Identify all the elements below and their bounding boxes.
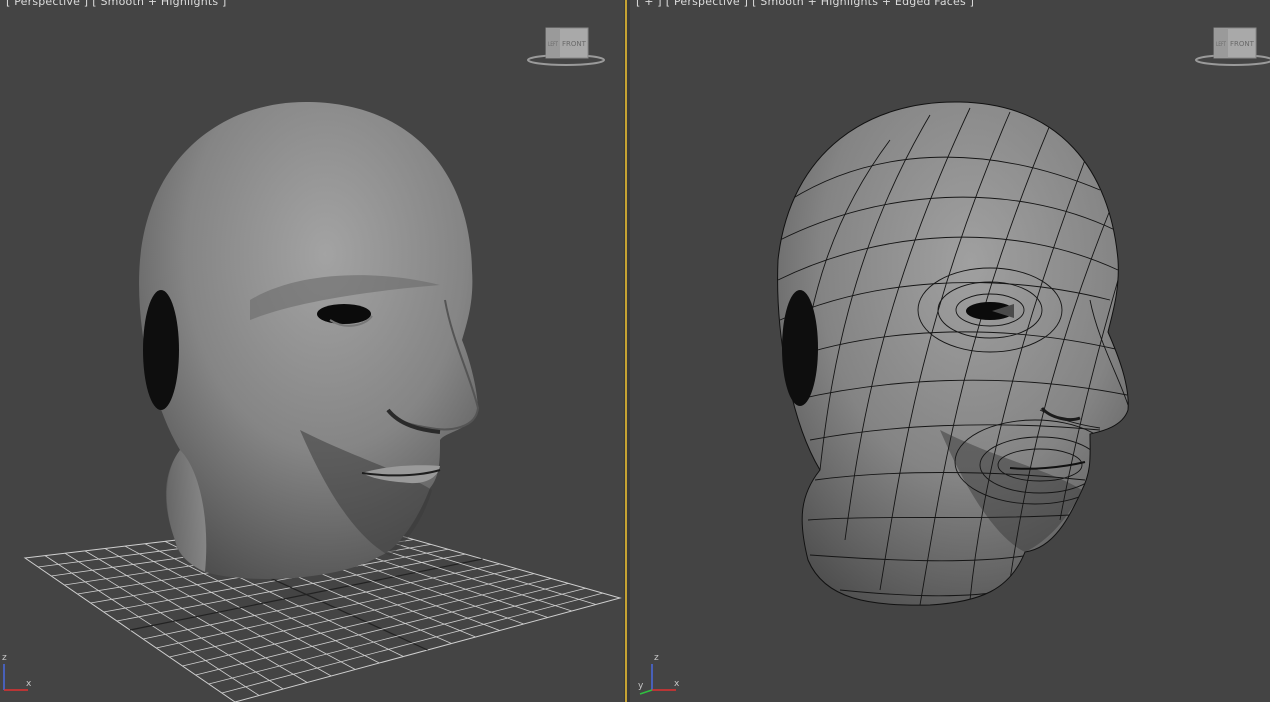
viewcube-side-label: LEFT bbox=[548, 41, 558, 48]
axis-z-label: z bbox=[2, 653, 7, 663]
axis-x-label: x bbox=[26, 679, 32, 689]
left-viewport[interactable]: [ Perspective ][ Smooth + Highlights ] F… bbox=[0, 0, 624, 702]
right-scene-render[interactable]: FRONT LEFT z y x bbox=[630, 0, 1270, 702]
axis-x-label: x bbox=[674, 679, 680, 689]
axis-tripod: z y x bbox=[638, 653, 680, 695]
viewcube-front-label: FRONT bbox=[562, 40, 587, 48]
axis-tripod: z x bbox=[2, 653, 32, 691]
head-mesh-smooth bbox=[139, 101, 480, 579]
axis-y-label: y bbox=[638, 681, 644, 691]
max-viewports-window: [ Perspective ][ Smooth + Highlights ] F… bbox=[0, 0, 1270, 702]
head-mesh-wireframe bbox=[777, 101, 1129, 606]
viewcube-side-label: LEFT bbox=[1216, 41, 1226, 48]
viewcube-front-label: FRONT bbox=[1230, 40, 1255, 48]
left-scene-render[interactable]: FRONT LEFT z x bbox=[0, 0, 624, 702]
viewcube: FRONT LEFT bbox=[1195, 27, 1270, 66]
viewcube: FRONT LEFT bbox=[527, 27, 605, 66]
right-viewport[interactable]: [ + ][ Perspective ][ Smooth + Highlight… bbox=[630, 0, 1270, 702]
axis-z-label: z bbox=[654, 653, 659, 663]
